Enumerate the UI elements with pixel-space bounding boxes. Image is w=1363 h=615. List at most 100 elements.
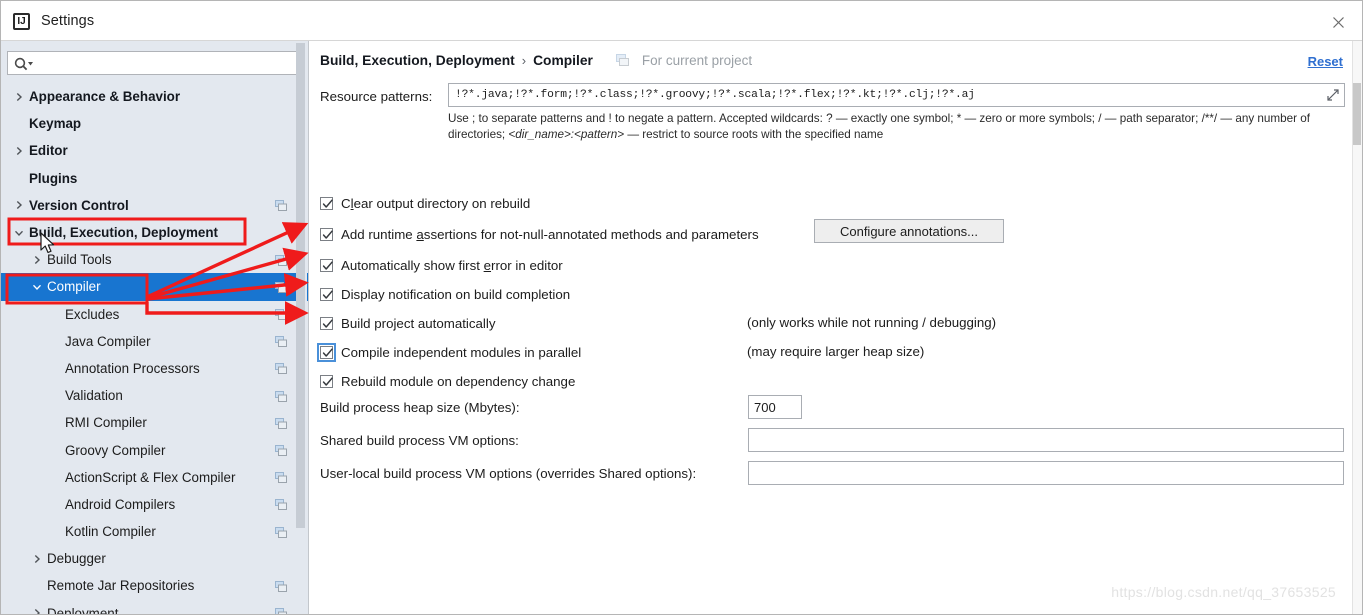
chevron-right-icon[interactable] xyxy=(31,607,43,614)
sidebar-item-android-compilers[interactable]: Android Compilers xyxy=(1,491,308,518)
checkbox-row-clear-output-directory[interactable]: Clear output directory on rebuild xyxy=(320,194,530,212)
chevron-right-icon[interactable] xyxy=(31,254,43,266)
sidebar-item-keymap[interactable]: Keymap xyxy=(1,110,308,137)
title-bar: IJ Settings xyxy=(1,1,1362,41)
help-text-italic: <dir_name>:<pattern> xyxy=(508,128,625,141)
configure-annotations-button[interactable]: Configure annotations... xyxy=(814,219,1004,243)
sidebar-item-label: Plugins xyxy=(29,170,78,186)
chevron-down-icon[interactable] xyxy=(31,281,43,293)
sidebar-item-validation[interactable]: Validation xyxy=(1,382,308,409)
scope-label: For current project xyxy=(641,53,753,68)
settings-dialog: IJ Settings Appearance & Behavior Keymap E… xyxy=(0,0,1363,615)
close-icon[interactable] xyxy=(1322,9,1354,35)
checkbox-label-add-runtime-assertions: Add runtime assertions for not-null-anno… xyxy=(341,226,759,242)
chevron-right-icon[interactable] xyxy=(13,91,25,103)
sidebar-item-label: Annotation Processors xyxy=(65,360,200,376)
project-scope-icon xyxy=(275,335,288,348)
breadcrumb-item-compiler[interactable]: Compiler xyxy=(533,53,593,68)
checkbox-rebuild-module-on-dependency-change[interactable] xyxy=(320,374,333,388)
compiler-settings-panel: Build, Execution, Deployment › Compiler … xyxy=(310,41,1362,614)
project-scope-icon xyxy=(275,526,288,538)
project-scope-icon xyxy=(275,607,288,614)
sidebar-scrollbar[interactable] xyxy=(296,41,307,573)
sidebar-item-annotation-processors[interactable]: Annotation Processors xyxy=(1,355,308,382)
sidebar-item-label: RMI Compiler xyxy=(65,415,147,431)
sidebar-item-rmi-compiler[interactable]: RMI Compiler xyxy=(1,409,308,436)
breadcrumb-item-build[interactable]: Build, Execution, Deployment xyxy=(320,53,515,68)
sidebar-item-groovy-compiler[interactable]: Groovy Compiler xyxy=(1,436,308,463)
sidebar-item-java-compiler[interactable]: Java Compiler xyxy=(1,328,308,355)
project-scope-icon xyxy=(275,580,288,592)
watermark: https://blog.csdn.net/qq_37653525 xyxy=(1111,584,1336,600)
project-scope-icon xyxy=(275,254,288,266)
label-user-local-build-vm-options: User-local build process VM options (ove… xyxy=(320,466,697,481)
sidebar-item-debugger[interactable]: Debugger xyxy=(1,545,308,572)
checkbox-row-display-notification[interactable]: Display notification on build completion xyxy=(320,285,570,303)
resource-patterns-input[interactable] xyxy=(453,84,1313,106)
checkbox-hint-compile-modules-parallel: (may require larger heap size) xyxy=(747,344,925,359)
reset-link[interactable]: Reset xyxy=(1308,54,1343,69)
sidebar-item-label: Version Control xyxy=(29,197,129,213)
sidebar-item-excludes[interactable]: Excludes xyxy=(1,301,308,328)
intellij-idea-logo-icon: IJ xyxy=(13,13,30,30)
sidebar-item-label: Keymap xyxy=(29,116,82,132)
search-box[interactable] xyxy=(7,51,302,75)
checkbox-build-project-automatically[interactable] xyxy=(320,316,333,330)
project-scope-icon xyxy=(275,281,288,293)
resource-patterns-label: Resource patterns: xyxy=(320,89,433,104)
sidebar-item-deployment[interactable]: Deployment xyxy=(1,600,308,614)
sidebar-item-compiler[interactable]: Compiler xyxy=(1,273,308,301)
sidebar-item-kotlin-compiler[interactable]: Kotlin Compiler xyxy=(1,518,308,545)
input-user-local-build-vm-options[interactable] xyxy=(748,461,1344,485)
search-icon xyxy=(13,56,35,72)
sidebar-item-remote-jar-repositories[interactable]: Remote Jar Repositories xyxy=(1,572,308,599)
help-text-part2: — restrict to source roots with the spec… xyxy=(624,128,884,141)
sidebar-item-version-control[interactable]: Version Control xyxy=(1,192,308,219)
sidebar-item-label: Validation xyxy=(65,388,123,404)
sidebar-item-label: Build Tools xyxy=(47,252,112,268)
checkbox-compile-modules-parallel[interactable] xyxy=(317,342,336,362)
checkbox-auto-show-first-error[interactable] xyxy=(320,258,333,272)
settings-sidebar: Appearance & Behavior Keymap Editor Plugins… xyxy=(1,41,309,614)
chevron-right-icon[interactable] xyxy=(13,199,25,211)
sidebar-item-actionscript-flex-compiler[interactable]: ActionScript & Flex Compiler xyxy=(1,464,308,491)
chevron-right-icon[interactable] xyxy=(13,145,25,157)
input-shared-build-vm-options[interactable] xyxy=(748,428,1344,452)
chevron-down-icon[interactable] xyxy=(13,227,25,239)
chevron-right-icon[interactable] xyxy=(31,553,43,565)
resource-patterns-field[interactable] xyxy=(448,83,1345,107)
checkbox-add-runtime-assertions[interactable] xyxy=(320,227,333,241)
checkbox-row-compile-modules-parallel[interactable]: Compile independent modules in parallel xyxy=(317,342,581,362)
sidebar-item-plugins[interactable]: Plugins xyxy=(1,165,308,192)
panel-scrollbar[interactable] xyxy=(1352,41,1362,614)
sidebar-item-label: Editor xyxy=(29,143,68,159)
project-scope-icon xyxy=(275,444,288,457)
checkbox-row-add-runtime-assertions[interactable]: Add runtime assertions for not-null-anno… xyxy=(320,225,759,243)
checkbox-label-rebuild-module-on-dependency-change: Rebuild module on dependency change xyxy=(341,373,576,389)
checkbox-row-auto-show-first-error[interactable]: Automatically show first error in editor xyxy=(320,256,563,274)
checkbox-display-notification[interactable] xyxy=(320,287,333,301)
sidebar-item-build-tools[interactable]: Build Tools xyxy=(1,246,308,273)
search-input[interactable] xyxy=(36,52,298,74)
sidebar-item-label: ActionScript & Flex Compiler xyxy=(65,469,236,485)
checkbox-row-build-project-automatically[interactable]: Build project automatically xyxy=(320,314,495,332)
checkbox-label-build-project-automatically: Build project automatically xyxy=(341,315,496,331)
panel-scrollbar-thumb[interactable] xyxy=(1353,83,1361,145)
label-build-process-heap-size: Build process heap size (Mbytes): xyxy=(320,400,520,415)
sidebar-item-label: Debugger xyxy=(47,551,106,567)
sidebar-item-appearance-behavior[interactable]: Appearance & Behavior xyxy=(1,83,308,110)
project-scope-icon xyxy=(275,199,288,212)
label-shared-build-vm-options: Shared build process VM options: xyxy=(320,433,519,448)
expand-icon[interactable] xyxy=(1326,88,1340,102)
project-scope-icon xyxy=(615,54,630,67)
checkbox-label-display-notification: Display notification on build completion xyxy=(341,286,571,302)
sidebar-item-editor[interactable]: Editor xyxy=(1,137,308,164)
sidebar-item-label: Compiler xyxy=(47,279,101,295)
project-scope-icon xyxy=(275,390,288,402)
sidebar-scrollbar-thumb[interactable] xyxy=(296,43,305,528)
sidebar-item-build-execution-deployment[interactable]: Build, Execution, Deployment xyxy=(1,219,308,246)
checkbox-clear-output-directory[interactable] xyxy=(320,196,333,210)
checkbox-row-rebuild-module-on-dependency-change[interactable]: Rebuild module on dependency change xyxy=(320,372,575,390)
sidebar-item-label: Groovy Compiler xyxy=(65,442,166,458)
input-build-process-heap-size[interactable] xyxy=(748,395,802,419)
